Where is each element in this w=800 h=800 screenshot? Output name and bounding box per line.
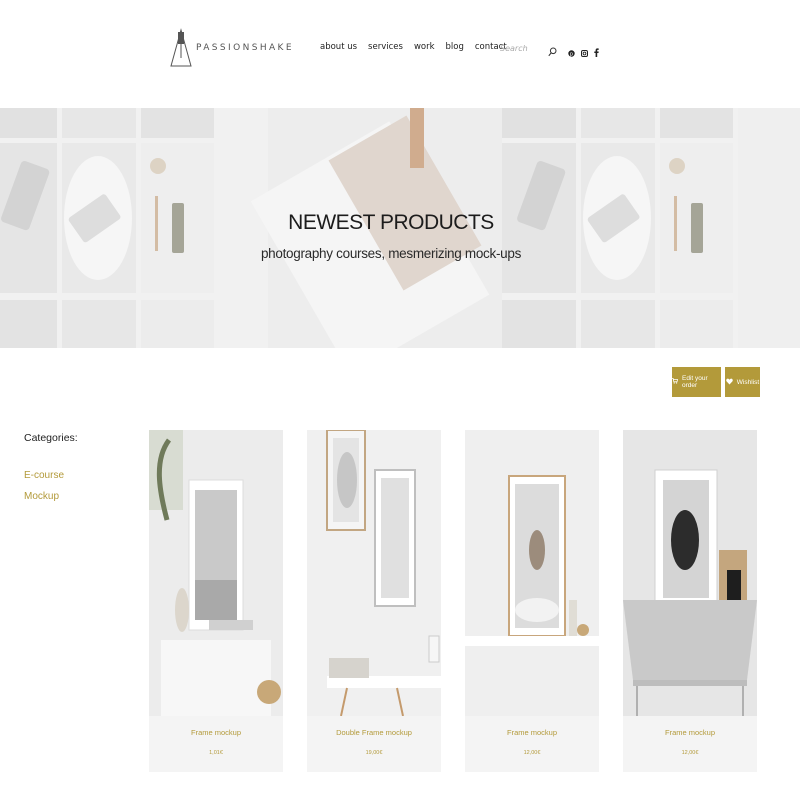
- pinterest-icon[interactable]: p: [568, 42, 575, 61]
- product-image[interactable]: [149, 430, 283, 716]
- product-card[interactable]: Frame mockup 12,00€: [623, 430, 757, 772]
- nav-work[interactable]: work: [414, 42, 435, 52]
- categories-heading: Categories:: [24, 432, 78, 444]
- search-input[interactable]: [500, 43, 542, 53]
- product-card[interactable]: Frame mockup 1,01€: [149, 430, 283, 772]
- hero-banner: NEWEST PRODUCTS photography courses, mes…: [0, 108, 800, 348]
- product-card[interactable]: Frame mockup 12,00€: [465, 430, 599, 772]
- heart-icon: [726, 378, 733, 387]
- nav-services[interactable]: services: [368, 42, 403, 52]
- product-name: Frame mockup: [506, 728, 557, 737]
- product-image[interactable]: [307, 430, 441, 716]
- logo-text: PASSIONSHAKE: [196, 43, 294, 53]
- edit-order-label: Edit your order: [682, 375, 708, 389]
- nav-about-us[interactable]: about us: [320, 42, 357, 52]
- svg-text:p: p: [570, 51, 573, 57]
- product-card[interactable]: Double Frame mockup 19,00€: [307, 430, 441, 772]
- hero-subtitle: photography courses, mesmerizing mock-up…: [260, 246, 522, 261]
- instagram-icon[interactable]: [581, 42, 588, 61]
- product-name: Double Frame mockup: [336, 728, 412, 737]
- hero-title: NEWEST PRODUCTS: [288, 211, 494, 234]
- product-name: Frame mockup: [664, 728, 715, 737]
- category-link-e-course[interactable]: E-course: [24, 470, 64, 481]
- site-header: PASSIONSHAKE about us services work blog…: [0, 0, 800, 108]
- search-icon[interactable]: [548, 42, 557, 61]
- wishlist-label: Wishlist: [736, 378, 760, 386]
- product-price: 12,00€: [681, 750, 699, 756]
- logo-triangle-icon: [170, 28, 192, 68]
- product-price: 1,01€: [209, 750, 223, 756]
- category-link-mockup[interactable]: Mockup: [24, 491, 59, 502]
- logo[interactable]: PASSIONSHAKE: [170, 28, 294, 68]
- product-price: 12,00€: [523, 750, 541, 756]
- wishlist-button[interactable]: Wishlist: [725, 367, 760, 397]
- product-price: 19,00€: [365, 750, 383, 756]
- edit-order-button[interactable]: Edit your order: [672, 367, 721, 397]
- search-box: [500, 41, 560, 57]
- product-image[interactable]: [623, 430, 757, 716]
- facebook-icon[interactable]: [594, 42, 599, 61]
- product-name: Frame mockup: [190, 728, 241, 737]
- nav-blog[interactable]: blog: [446, 42, 464, 52]
- main-nav: about us services work blog contact: [320, 42, 507, 52]
- social-links: p: [568, 42, 599, 61]
- product-image[interactable]: [465, 430, 599, 716]
- cart-icon: [672, 378, 679, 386]
